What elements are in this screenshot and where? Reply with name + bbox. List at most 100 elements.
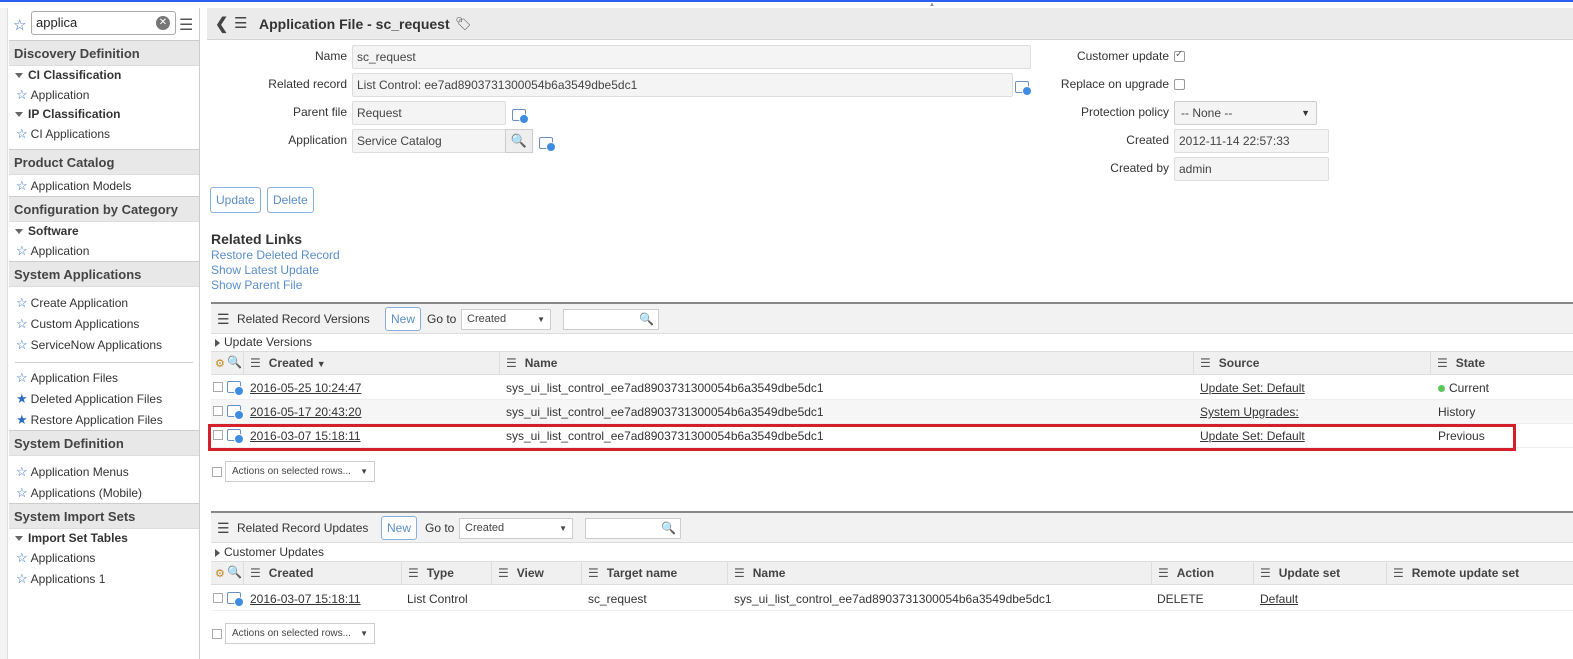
column-menu-icon[interactable]: ☰ xyxy=(1393,566,1404,580)
star-icon[interactable]: ☆ xyxy=(16,464,28,479)
created-by-field[interactable]: admin xyxy=(1174,157,1329,181)
update-versions-subtitle[interactable]: Update Versions xyxy=(215,335,312,349)
star-icon[interactable]: ☆ xyxy=(16,126,28,141)
nav-section-discovery-definition[interactable]: Discovery Definition xyxy=(9,40,199,66)
star-icon[interactable]: ☆ xyxy=(16,337,28,352)
nav-item-create-application[interactable]: ☆ Create Application xyxy=(9,292,199,313)
nav-item-application-ci[interactable]: ☆ Application xyxy=(9,84,199,105)
updates-search-input[interactable]: 🔍 xyxy=(585,518,681,539)
col-name[interactable]: ☰ Name xyxy=(727,562,1151,584)
table-row[interactable]: 2016-05-17 20:43:20 sys_ui_list_control_… xyxy=(211,400,1573,424)
star-icon[interactable]: ☆ xyxy=(16,370,28,385)
column-menu-icon[interactable]: ☰ xyxy=(1260,566,1271,580)
row-checkbox[interactable] xyxy=(213,382,223,392)
preview-record-icon[interactable] xyxy=(227,405,244,420)
replace-on-upgrade-checkbox[interactable] xyxy=(1174,79,1185,90)
col-target-name[interactable]: ☰ Target name xyxy=(581,562,727,584)
nav-item-application-menus[interactable]: ☆ Application Menus xyxy=(9,461,199,482)
nav-group-import-set-tables[interactable]: Import Set Tables xyxy=(9,529,199,547)
nav-item-application-sw[interactable]: ☆ Application xyxy=(9,240,199,261)
star-filled-icon[interactable]: ★ xyxy=(16,412,28,427)
versions-actions-select[interactable]: Actions on selected rows... ▼ xyxy=(225,461,375,482)
col-action[interactable]: ☰ Action xyxy=(1151,562,1253,584)
col-type[interactable]: ☰ Type xyxy=(401,562,491,584)
col-name[interactable]: ☰ Name xyxy=(499,352,1193,374)
star-filled-icon[interactable]: ★ xyxy=(16,391,28,406)
col-update-set[interactable]: ☰ Update set xyxy=(1253,562,1386,584)
personalize-gear-icon[interactable]: ⚙ xyxy=(215,567,225,580)
column-search-icon[interactable]: 🔍 xyxy=(227,355,242,369)
versions-search-input[interactable]: 🔍 xyxy=(563,309,659,330)
nav-filter-input[interactable]: applica xyxy=(31,11,176,35)
star-icon[interactable]: ☆ xyxy=(16,87,28,102)
protection-policy-select[interactable]: -- None -- ▼ xyxy=(1174,101,1317,125)
column-menu-icon[interactable]: ☰ xyxy=(250,356,261,370)
list-menu-icon[interactable]: ☰ xyxy=(217,311,230,328)
parent-file-field[interactable]: Request xyxy=(352,101,506,125)
table-row[interactable]: 2016-05-25 10:24:47 sys_ui_list_control_… xyxy=(211,376,1573,400)
show-parent-file-link[interactable]: Show Parent File xyxy=(211,278,302,292)
nav-section-product-catalog[interactable]: Product Catalog xyxy=(9,149,199,175)
show-latest-update-link[interactable]: Show Latest Update xyxy=(211,263,319,277)
column-menu-icon[interactable]: ☰ xyxy=(250,566,261,580)
star-icon[interactable]: ☆ xyxy=(16,178,28,193)
star-icon[interactable]: ☆ xyxy=(16,316,28,331)
nav-item-deleted-application-files[interactable]: ★ Deleted Application Files xyxy=(9,388,199,409)
back-arrow-icon[interactable]: ❮ xyxy=(215,14,228,34)
delete-button[interactable]: Delete xyxy=(267,187,314,213)
star-icon[interactable]: ☆ xyxy=(16,243,28,258)
context-menu-icon[interactable]: ☰ xyxy=(234,14,247,32)
favorites-star-icon[interactable]: ☆ xyxy=(13,16,26,34)
customer-update-checkbox[interactable] xyxy=(1174,49,1185,62)
related-record-field[interactable]: List Control: ee7ad8903731300054b6a3549d… xyxy=(352,73,1013,97)
column-menu-icon[interactable]: ☰ xyxy=(408,566,419,580)
nav-group-ci-classification[interactable]: CI Classification xyxy=(9,66,199,84)
column-menu-icon[interactable]: ☰ xyxy=(734,566,745,580)
nav-item-restore-application-files[interactable]: ★ Restore Application Files xyxy=(9,409,199,430)
personalize-gear-icon[interactable]: ⚙ xyxy=(215,357,225,370)
col-source[interactable]: ☰ Source xyxy=(1193,352,1430,374)
updates-goto-select[interactable]: Created ▼ xyxy=(459,518,573,539)
col-state[interactable]: ☰ State xyxy=(1430,352,1573,374)
preview-record-icon[interactable] xyxy=(227,592,244,607)
nav-item-applications-1[interactable]: ☆ Applications 1 xyxy=(9,568,199,589)
tag-icon[interactable]: 🏷 xyxy=(455,16,472,32)
column-menu-icon[interactable]: ☰ xyxy=(506,356,517,370)
col-view[interactable]: ☰ View xyxy=(491,562,581,584)
row-created-link[interactable]: 2016-03-07 15:18:11 xyxy=(250,587,361,611)
select-all-checkbox[interactable] xyxy=(212,467,222,477)
row-checkbox[interactable] xyxy=(213,593,223,603)
row-checkbox[interactable] xyxy=(213,406,223,416)
nav-section-system-definition[interactable]: System Definition xyxy=(9,430,199,456)
col-created[interactable]: ☰ Created xyxy=(243,562,401,584)
star-icon[interactable]: ☆ xyxy=(16,550,28,565)
clear-filter-icon[interactable]: ✕ xyxy=(156,16,170,30)
column-search-icon[interactable]: 🔍 xyxy=(227,565,242,579)
nav-group-software[interactable]: Software xyxy=(9,222,199,240)
nav-section-system-import-sets[interactable]: System Import Sets xyxy=(9,503,199,529)
versions-new-button[interactable]: New xyxy=(385,307,422,331)
star-icon[interactable]: ☆ xyxy=(16,571,28,586)
column-menu-icon[interactable]: ☰ xyxy=(498,566,509,580)
column-menu-icon[interactable]: ☰ xyxy=(1200,356,1211,370)
nav-item-servicenow-applications[interactable]: ☆ ServiceNow Applications xyxy=(9,334,199,355)
nav-section-system-applications[interactable]: System Applications xyxy=(9,261,199,287)
nav-item-ci-applications[interactable]: ☆ CI Applications xyxy=(9,123,199,144)
select-all-checkbox[interactable] xyxy=(212,629,222,639)
row-created-link[interactable]: 2016-05-17 20:43:20 xyxy=(250,400,361,424)
customer-updates-subtitle[interactable]: Customer Updates xyxy=(215,545,324,559)
preview-record-icon[interactable] xyxy=(227,381,244,396)
col-created[interactable]: ☰ Created ▼ xyxy=(243,352,499,374)
lookup-search-button[interactable]: 🔍 xyxy=(505,129,533,153)
column-menu-icon[interactable]: ☰ xyxy=(588,566,599,580)
col-remote-update-set[interactable]: ☰ Remote update set xyxy=(1386,562,1573,584)
nav-menu-icon[interactable]: ☰ xyxy=(179,15,193,35)
row-source-link[interactable]: Update Set: Default xyxy=(1200,376,1305,400)
row-created-link[interactable]: 2016-05-25 10:24:47 xyxy=(250,376,361,400)
nav-item-custom-applications[interactable]: ☆ Custom Applications xyxy=(9,313,199,334)
versions-goto-select[interactable]: Created ▼ xyxy=(461,309,551,330)
restore-deleted-record-link[interactable]: Restore Deleted Record xyxy=(211,248,340,262)
column-menu-icon[interactable]: ☰ xyxy=(1437,356,1448,370)
star-icon[interactable]: ☆ xyxy=(16,295,28,310)
column-menu-icon[interactable]: ☰ xyxy=(1158,566,1169,580)
